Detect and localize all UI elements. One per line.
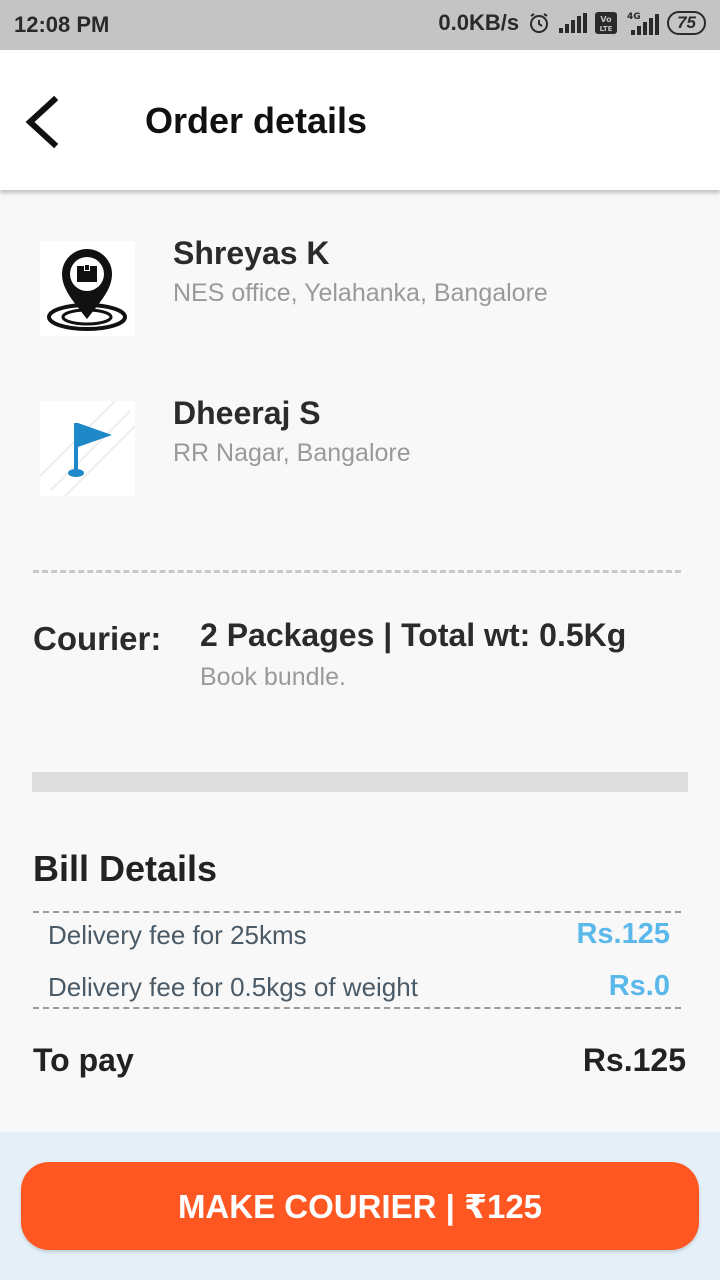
make-courier-button[interactable]: MAKE COURIER | ₹125	[21, 1162, 699, 1250]
status-icons: 0.0KB/s Vo LTE 4G 75	[438, 10, 706, 36]
svg-text:LTE: LTE	[600, 25, 613, 33]
section-divider	[33, 570, 681, 573]
back-arrow-icon[interactable]	[20, 94, 70, 150]
courier-description: Book bundle.	[200, 663, 346, 691]
back-button[interactable]	[20, 94, 70, 150]
pickup-location: Shreyas K NES office, Yelahanka, Bangalo…	[40, 235, 680, 337]
network-speed: 0.0KB/s	[438, 10, 520, 35]
svg-text:Vo: Vo	[600, 15, 612, 24]
drop-address: RR Nagar, Bangalore	[173, 439, 411, 467]
fee-amount-distance: Rs.125	[576, 918, 670, 950]
pickup-address: NES office, Yelahanka, Bangalore	[173, 279, 548, 307]
signal-icon	[559, 13, 588, 33]
pickup-name: Shreyas K	[173, 235, 330, 271]
status-bar: 12:08 PM 0.0KB/s Vo LTE 4G 75	[0, 0, 720, 50]
alarm-icon	[527, 11, 551, 35]
location-pin-icon	[40, 241, 135, 336]
bill-details-title: Bill Details	[33, 848, 218, 889]
app-header: Order details	[0, 50, 720, 190]
volte-icon: Vo LTE	[595, 12, 618, 34]
to-pay-amount: Rs.125	[582, 1042, 686, 1078]
bill-divider-top	[33, 911, 681, 913]
flag-icon	[39, 400, 136, 497]
courier-label: Courier:	[33, 620, 162, 657]
to-pay-label: To pay	[33, 1042, 134, 1078]
fee-label-weight: Delivery fee for 0.5kgs of weight	[48, 972, 418, 1002]
footer-bar: MAKE COURIER | ₹125	[0, 1132, 720, 1280]
page-title: Order details	[145, 100, 368, 141]
section-separator-bar	[32, 772, 688, 792]
status-time: 12:08 PM	[14, 12, 110, 37]
battery-icon: 75	[667, 11, 706, 35]
fee-label-distance: Delivery fee for 25kms	[48, 920, 307, 950]
courier-info: 2 Packages | Total wt: 0.5Kg	[200, 617, 627, 653]
svg-text:4G: 4G	[627, 12, 641, 22]
signal-4g-icon: 4G	[625, 11, 660, 35]
fee-amount-weight: Rs.0	[608, 970, 670, 1002]
drop-location: Dheeraj S RR Nagar, Bangalore	[39, 395, 680, 497]
drop-name: Dheeraj S	[173, 395, 321, 431]
bill-divider-bottom	[33, 1007, 681, 1009]
